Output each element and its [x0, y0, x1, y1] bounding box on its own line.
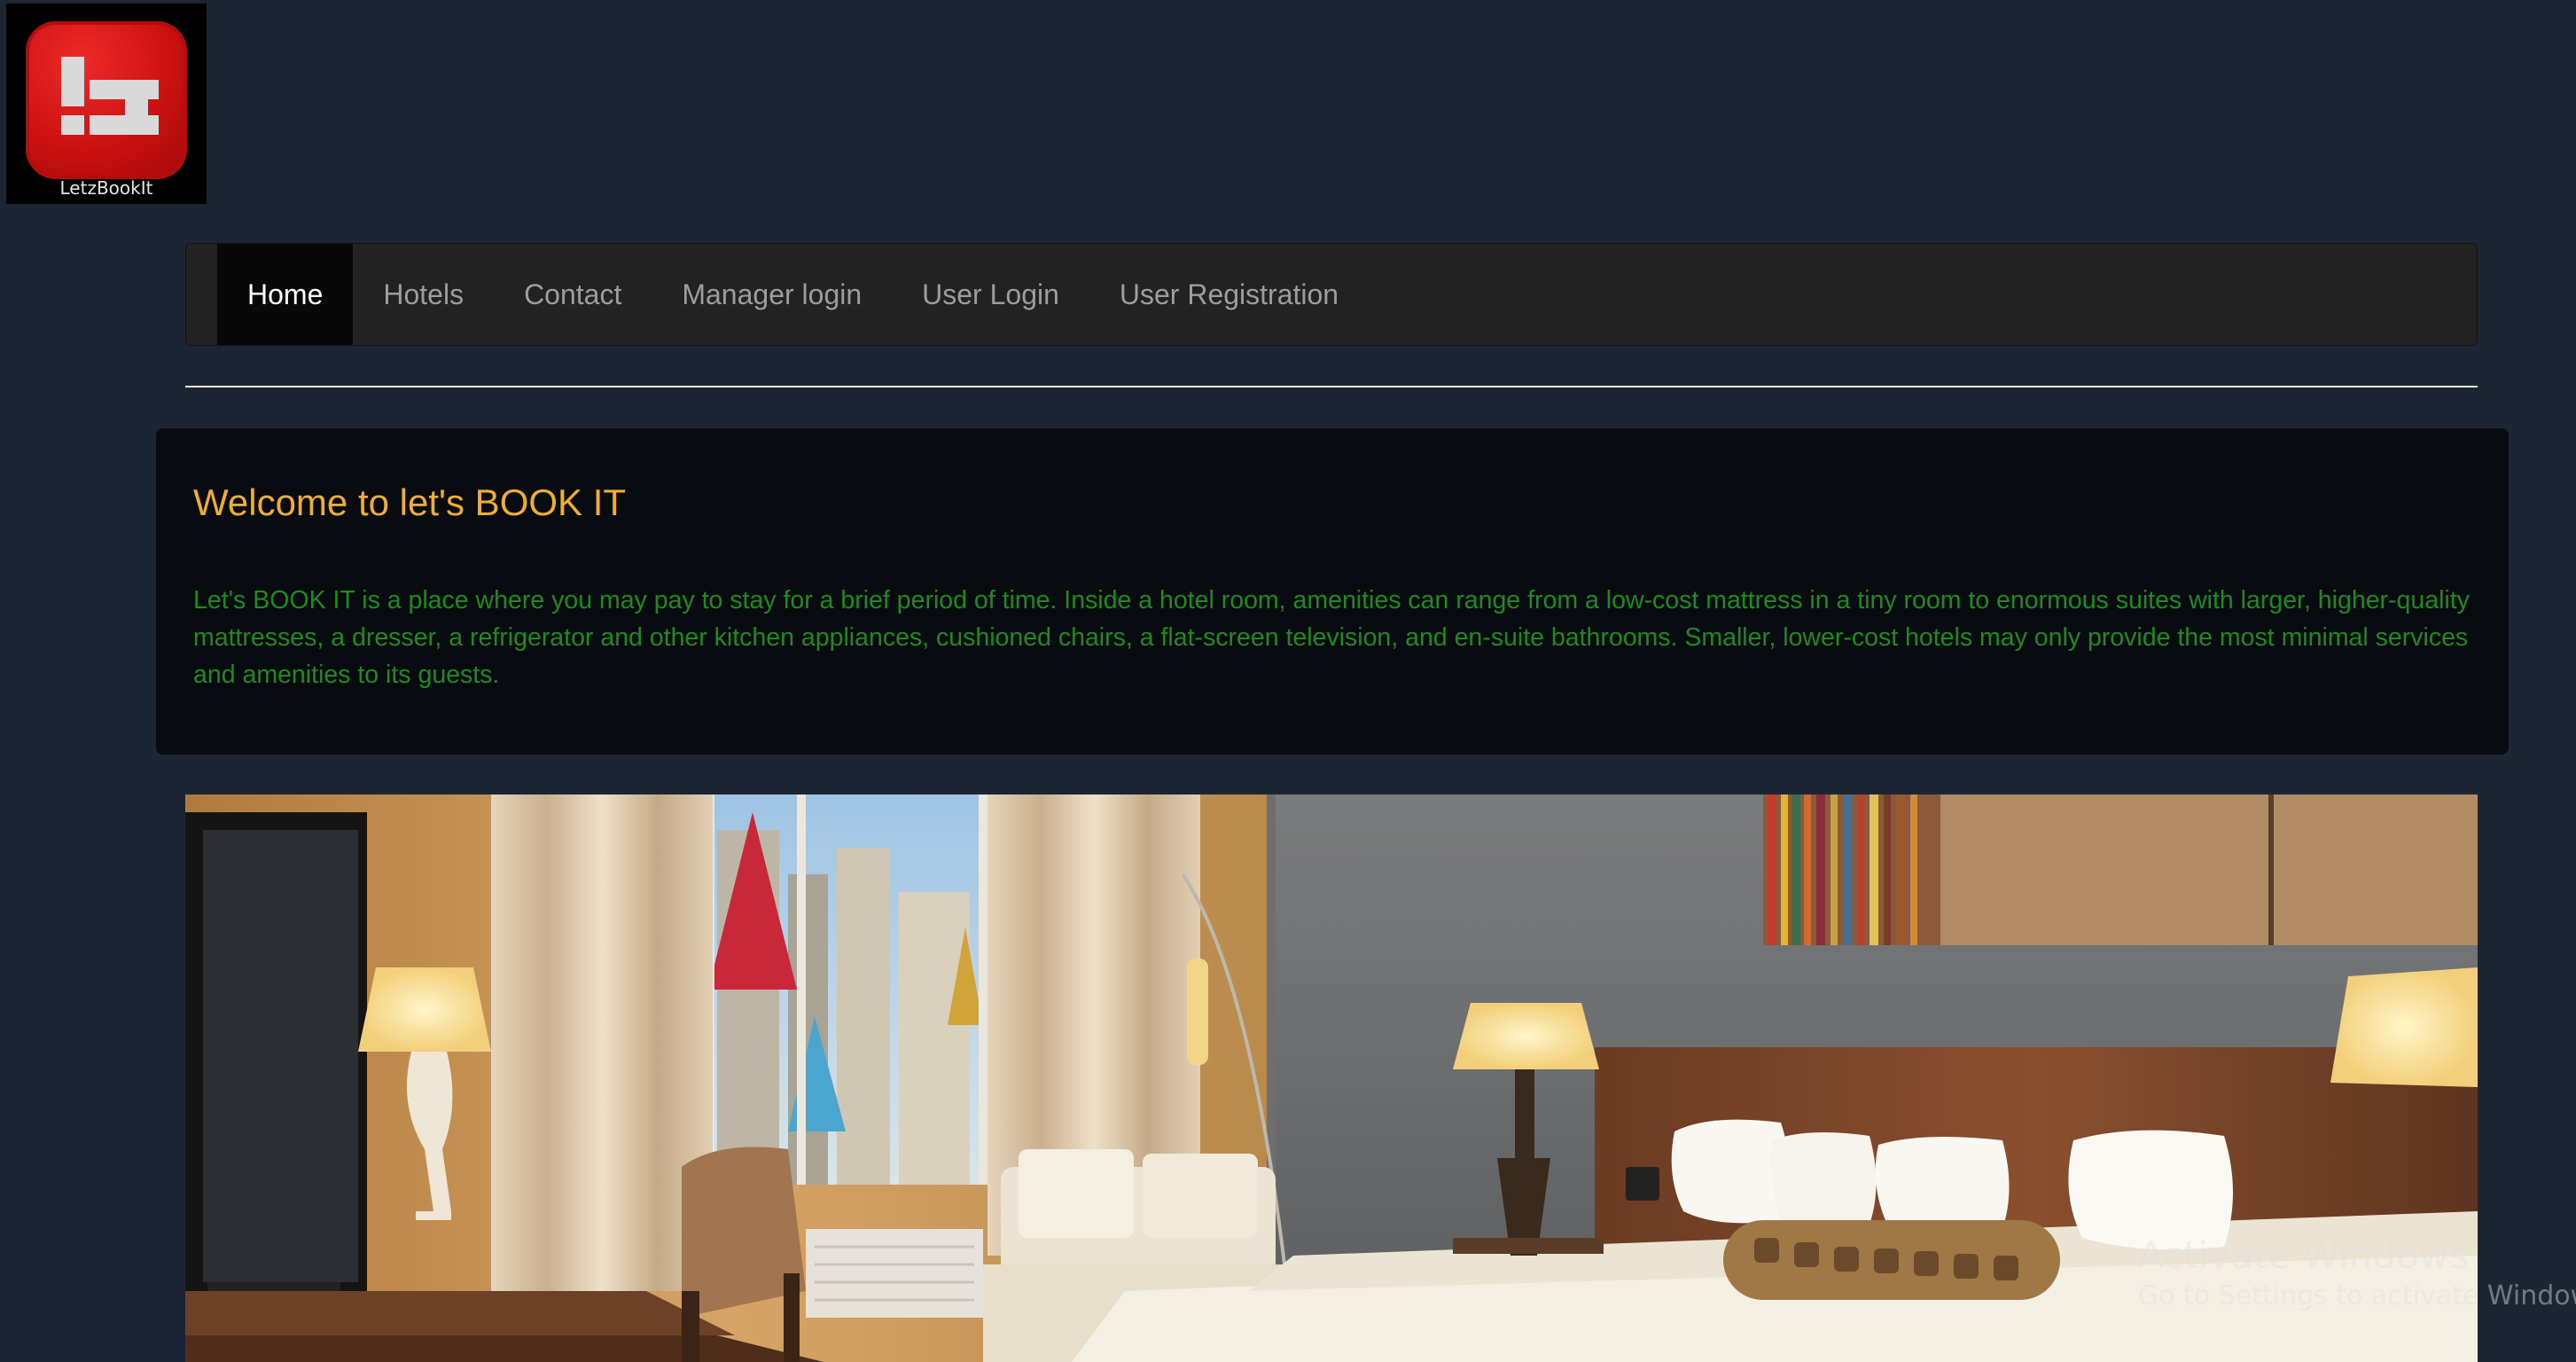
nav-user-registration[interactable]: User Registration: [1089, 244, 1369, 345]
nav-contact[interactable]: Contact: [494, 244, 652, 345]
nav-manager-login[interactable]: Manager login: [652, 244, 892, 345]
welcome-title: Welcome to let's BOOK IT: [193, 481, 627, 523]
site-logo[interactable]: LetzBookIt: [6, 4, 207, 204]
main-navbar: Home Hotels Contact Manager login User L…: [185, 243, 2478, 346]
hotel-room-photo: [185, 794, 2478, 1362]
nav-home[interactable]: Home: [217, 244, 354, 345]
lz-logo-icon: [26, 21, 187, 179]
nav-list: Home Hotels Contact Manager login User L…: [217, 244, 1369, 345]
divider: [185, 386, 2478, 387]
welcome-description: Let's BOOK IT is a place where you may p…: [193, 586, 2470, 689]
welcome-panel: Welcome to let's BOOK IT Let's BOOK IT i…: [156, 428, 2509, 755]
nav-hotels[interactable]: Hotels: [353, 244, 494, 345]
logo-caption: LetzBookIt: [59, 177, 153, 199]
nav-user-login[interactable]: User Login: [892, 244, 1089, 345]
